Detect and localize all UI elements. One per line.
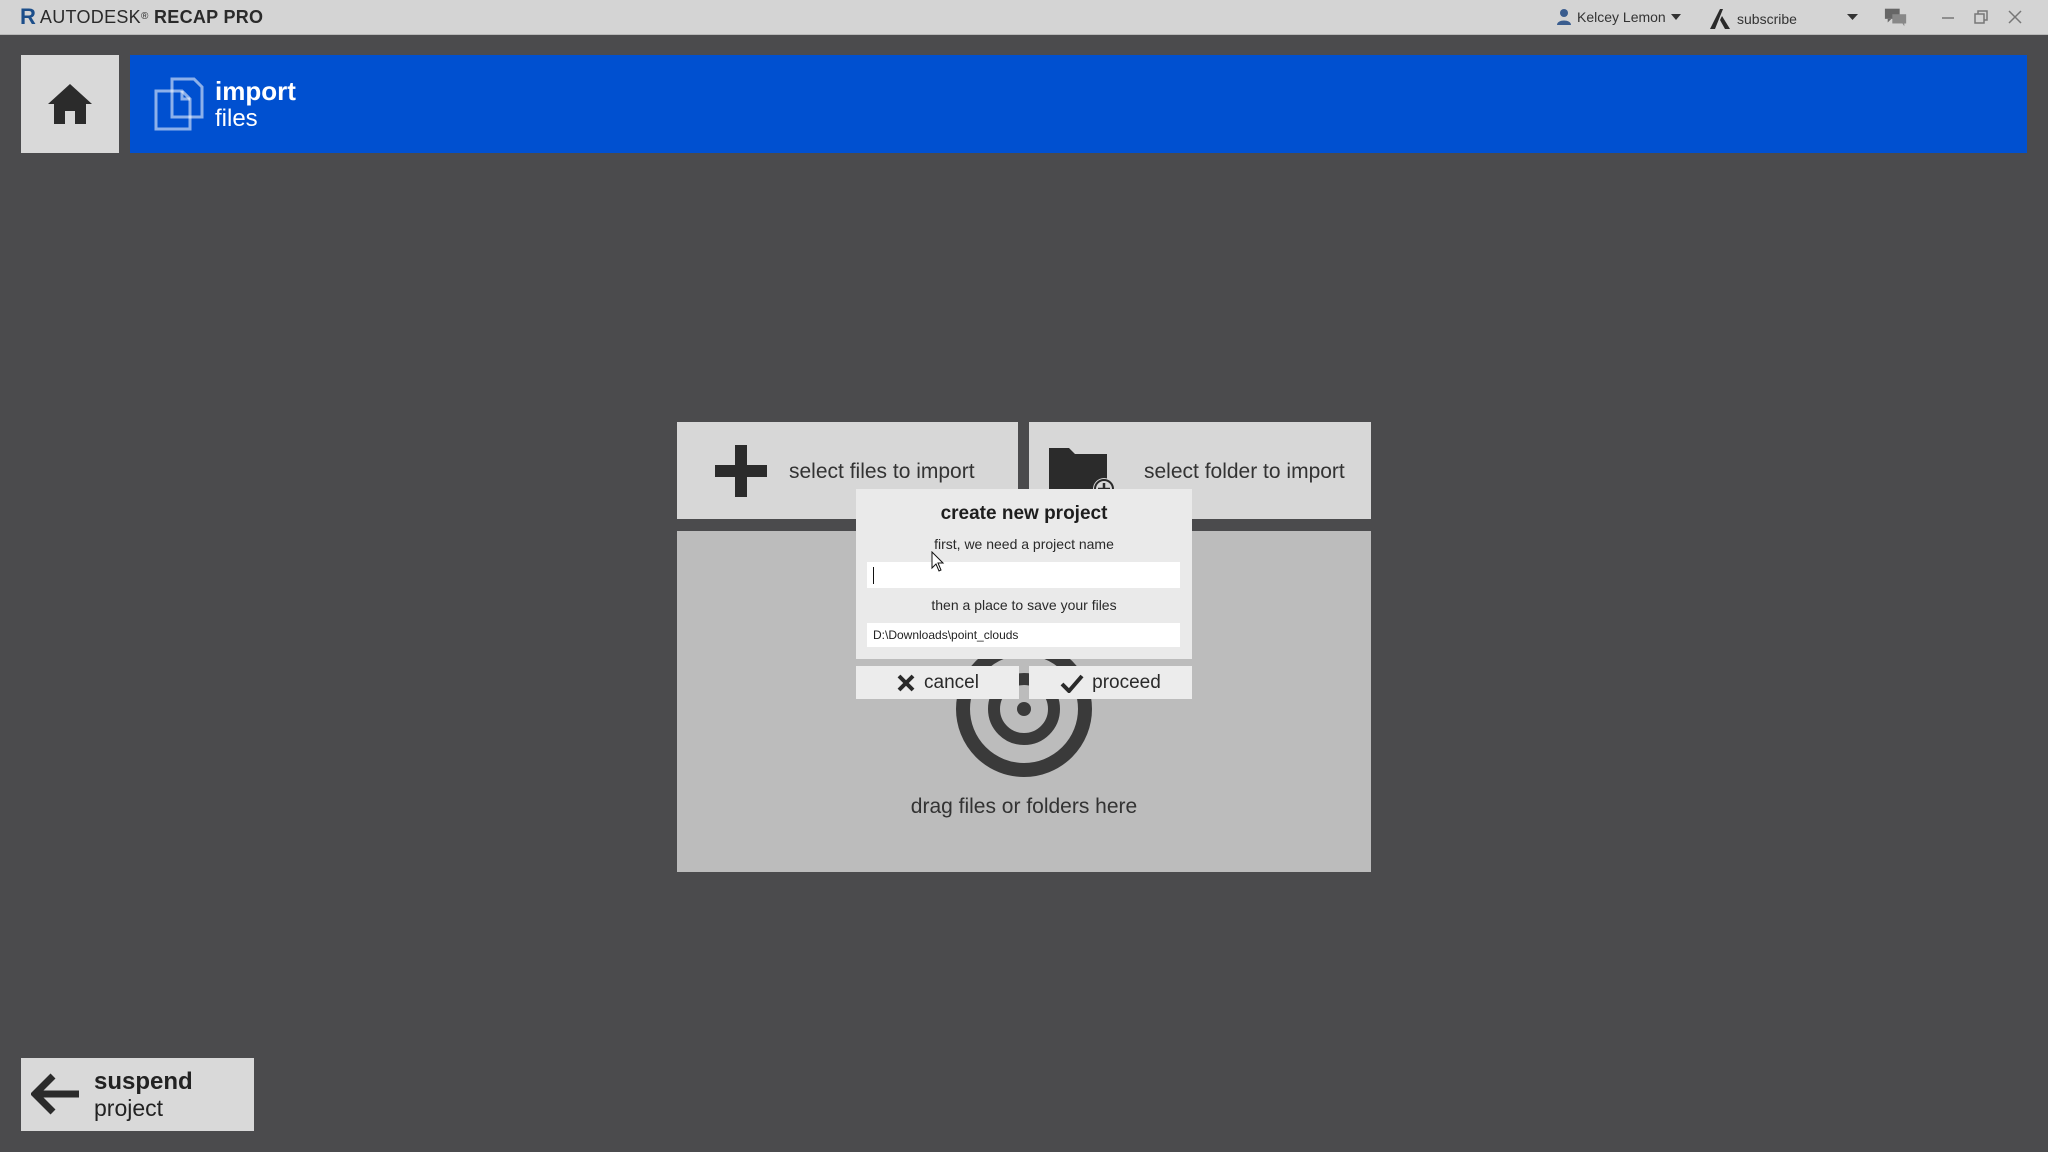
page-header: import files (130, 55, 2027, 153)
drop-label: drag files or folders here (910, 795, 1138, 818)
chevron-down-icon (1670, 14, 1681, 20)
brand-prefix: AUTODESK (39, 7, 141, 27)
suspend-title: suspend (94, 1068, 193, 1095)
target-icon (956, 641, 1092, 777)
save-location-input[interactable] (867, 623, 1180, 647)
app-brand: R AUTODESK® RECAP PRO (20, 4, 264, 29)
proceed-label: proceed (1092, 671, 1161, 693)
page-title: import (215, 76, 296, 106)
home-icon (48, 84, 92, 124)
chevron-down-icon (1846, 14, 1858, 20)
restore-button[interactable] (1969, 5, 1993, 29)
brand-suffix: RECAP PRO (153, 7, 264, 27)
checkmark-icon (1060, 674, 1084, 693)
home-button[interactable] (21, 55, 119, 153)
chat-button[interactable] (1884, 5, 1908, 29)
suspend-project-button[interactable]: suspend project (21, 1058, 254, 1131)
autodesk-logo-icon (1710, 9, 1730, 29)
project-name-prompt: first, we need a project name (934, 536, 1114, 552)
save-location-prompt: then a place to save your files (931, 597, 1117, 613)
project-name-input[interactable] (867, 562, 1180, 588)
close-icon (897, 674, 915, 691)
import-files-icon (154, 77, 204, 131)
select-folder-label: select folder to import (1144, 460, 1345, 483)
text-caret (873, 567, 874, 584)
user-icon (1557, 9, 1571, 25)
user-name: Kelcey Lemon (1577, 9, 1666, 25)
suspend-subtitle: project (94, 1095, 164, 1121)
subscribe-label: subscribe (1737, 11, 1797, 27)
user-menu[interactable]: Kelcey Lemon (1556, 8, 1681, 26)
dialog-title: create new project (940, 503, 1108, 524)
plus-icon (715, 445, 767, 497)
dropdown-button[interactable] (1840, 5, 1864, 29)
proceed-button[interactable]: proceed (1029, 666, 1192, 699)
recap-logo-icon: R (20, 4, 36, 29)
close-icon (2008, 10, 2022, 24)
cancel-button[interactable]: cancel (856, 666, 1019, 699)
chat-icon (1884, 8, 1907, 27)
cancel-label: cancel (924, 671, 979, 693)
minimize-icon (1942, 17, 1954, 19)
create-project-dialog: create new project first, we need a proj… (856, 489, 1192, 659)
close-window-button[interactable] (2003, 5, 2027, 29)
subscribe-menu[interactable]: subscribe (1708, 8, 1797, 30)
restore-icon (1974, 10, 1988, 24)
select-files-label: select files to import (789, 460, 975, 483)
minimize-button[interactable] (1936, 5, 1960, 29)
page-subtitle: files (215, 105, 258, 132)
mouse-cursor-icon (931, 551, 945, 572)
title-bar: R AUTODESK® RECAP PRO Kelcey Lemon subsc… (0, 0, 2048, 35)
arrow-left-icon (31, 1073, 79, 1115)
